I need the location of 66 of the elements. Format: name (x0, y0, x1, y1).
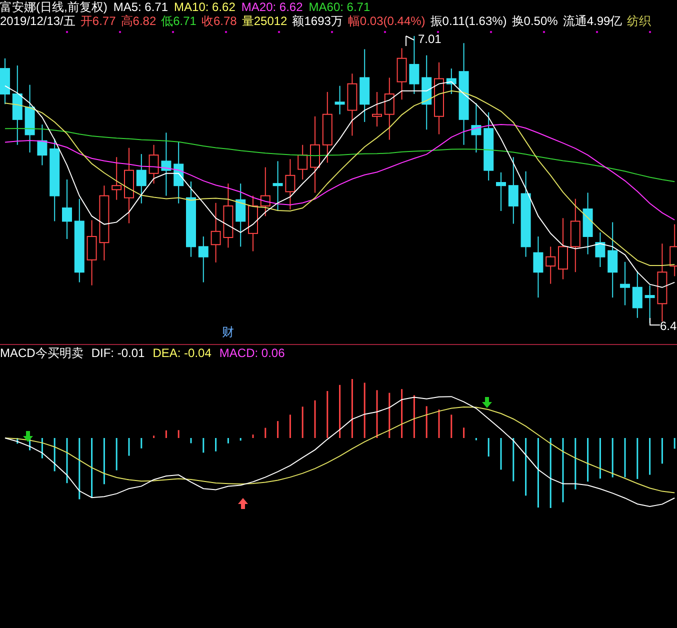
quote-value: 额1693万 (292, 14, 343, 28)
quote-value: 收6.78 (201, 14, 237, 28)
indicator-label: MA60: 6.71 (308, 0, 370, 14)
price-label: 7.01 (418, 32, 442, 46)
leader-line (406, 36, 414, 46)
candlestick (558, 218, 568, 280)
indicator-label: MA20: 6.62 (241, 0, 303, 14)
price-label: 6.4 (660, 319, 677, 333)
candlestick (471, 102, 482, 153)
candlestick (223, 183, 234, 248)
candlestick (285, 158, 296, 210)
quote-value: 高6.82 (120, 14, 156, 28)
candlestick (595, 232, 606, 268)
candlestick (484, 112, 494, 181)
candlestick (260, 166, 270, 217)
candlestick (198, 236, 208, 283)
candlestick (174, 141, 184, 204)
quote-value: 纺织 (627, 14, 652, 28)
quote-value: 低6.71 (161, 14, 196, 28)
candlestick (37, 124, 48, 166)
quote-value: 开6.77 (80, 14, 116, 28)
candlestick (396, 48, 407, 100)
down-arrow-icon (482, 397, 492, 408)
candlestick (347, 73, 358, 136)
candlestick (533, 236, 544, 298)
candlestick (272, 160, 283, 212)
candlestick (0, 58, 10, 105)
candlestick (409, 35, 420, 94)
quote-value: 幅0.03(0.44%) (348, 14, 426, 28)
candlestick (372, 91, 382, 128)
candlestick (298, 144, 308, 180)
candlestick (446, 68, 456, 94)
candlestick (24, 84, 35, 153)
candlestick (582, 192, 593, 255)
indicator-label: DEA: -0.04 (152, 346, 212, 360)
candlestick (161, 132, 172, 196)
leader-line (650, 318, 660, 326)
candlestick (334, 85, 345, 115)
indicator-label: 富安娜(日线,前复权) (0, 0, 108, 14)
candlestick (496, 172, 506, 212)
candlestick (112, 156, 122, 200)
candlestick (248, 195, 258, 252)
indicator-label: MACD今买明卖 (0, 346, 84, 360)
indicator-label: MACD: 0.06 (219, 346, 285, 360)
candlestick (236, 183, 246, 248)
candlestick (148, 144, 159, 184)
quote-value: 振0.11(1.63%) (430, 14, 507, 28)
event-marker[interactable]: 财 (222, 325, 234, 339)
candlestick (546, 246, 556, 284)
quote-value: 量25012 (242, 14, 288, 28)
indicator-label: MA5: 6.71 (113, 0, 168, 14)
candlestick (62, 178, 72, 240)
indicator-label: DIF: -0.01 (91, 346, 145, 360)
candlestick (620, 261, 630, 306)
quote-value: 2019/12/13/五 (0, 14, 76, 28)
up-arrow-icon (238, 498, 248, 509)
candlestick (86, 220, 97, 286)
indicator-label: MA10: 6.62 (174, 0, 236, 14)
candlestick (632, 270, 642, 318)
quote-value: 换0.50% (512, 14, 558, 28)
candlestick (210, 202, 221, 263)
candlestick (384, 77, 394, 140)
candlestick (136, 154, 146, 204)
down-arrow-icon (23, 431, 33, 442)
candlestick (508, 156, 518, 224)
quote-value: 流通4.99亿 (562, 14, 622, 28)
